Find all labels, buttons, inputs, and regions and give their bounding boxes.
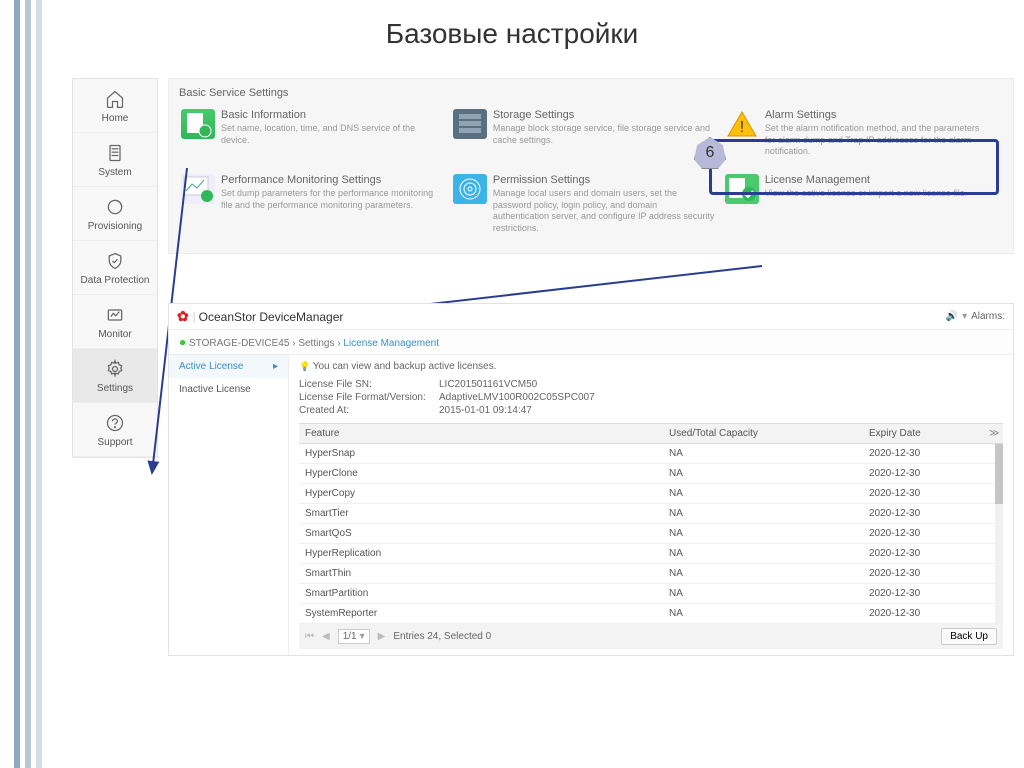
table-row[interactable]: SmartThinNA2020-12-30	[299, 564, 1003, 584]
table-footer: ⏮ ◀ 1/1 ▾ ▶ Entries 24, Selected 0 Back …	[299, 624, 1003, 649]
monitor-icon	[105, 305, 125, 325]
meta-label: License File Format/Version:	[299, 392, 439, 403]
storage-icon	[453, 109, 487, 139]
nav-label: System	[98, 167, 131, 178]
nav-data-protection[interactable]: Data Protection	[73, 241, 157, 295]
pager-input[interactable]: 1/1 ▾	[338, 629, 370, 644]
col-capacity[interactable]: Used/Total Capacity	[663, 424, 863, 443]
table-row[interactable]: SmartPartitionNA2020-12-30	[299, 584, 1003, 604]
nav-label: Provisioning	[88, 221, 142, 232]
device-manager-panel: ✿ | OceanStor DeviceManager 🔊 ▾ Alarms: …	[168, 303, 1014, 656]
card-title: Basic Information	[221, 109, 443, 121]
col-feature[interactable]: Feature	[299, 424, 663, 443]
alarms-indicator[interactable]: 🔊 ▾ Alarms:	[946, 311, 1005, 322]
meta-value: LIC201501161VCM50	[439, 379, 537, 390]
license-sidebar: Active License▸ Inactive License	[169, 355, 289, 655]
pager-first-icon[interactable]: ⏮	[305, 631, 314, 642]
meta-value: 2015-01-01 09:14:47	[439, 405, 532, 416]
card-permission[interactable]: Permission Settings Manage local users an…	[451, 170, 723, 247]
info-message: You can view and backup active licenses.	[299, 361, 1003, 372]
scrollbar-thumb[interactable]	[995, 444, 1003, 504]
card-title: Storage Settings	[493, 109, 715, 121]
table-row[interactable]: SmartQoSNA2020-12-30	[299, 524, 1003, 544]
highlight-license	[709, 139, 999, 195]
card-title: Alarm Settings	[765, 109, 987, 121]
card-basic-info[interactable]: Basic Information Set name, location, tim…	[179, 105, 451, 170]
card-desc: Manage block storage service, file stora…	[493, 123, 715, 146]
meta-value: AdaptiveLMV100R002C05SPC007	[439, 392, 595, 403]
table-row[interactable]: HyperCloneNA2020-12-30	[299, 464, 1003, 484]
server-icon	[105, 143, 125, 163]
scrollbar-track[interactable]	[995, 444, 1003, 624]
dm-header: ✿ | OceanStor DeviceManager 🔊 ▾ Alarms:	[169, 304, 1013, 330]
nav-home[interactable]: Home	[73, 79, 157, 133]
table-row[interactable]: SystemReporterNA2020-12-30	[299, 604, 1003, 624]
col-expiry[interactable]: Expiry Date	[863, 424, 983, 443]
nav-settings[interactable]: Settings	[73, 349, 157, 403]
breadcrumb: ● STORAGE-DEVICE45 › Settings › License …	[169, 330, 1013, 355]
nav-label: Monitor	[98, 329, 131, 340]
basic-settings-panel: Basic Service Settings Basic Information…	[168, 78, 1014, 254]
license-main: You can view and backup active licenses.…	[289, 355, 1013, 655]
document-gear-icon	[181, 109, 215, 139]
card-storage[interactable]: Storage Settings Manage block storage ser…	[451, 105, 723, 170]
help-icon	[105, 413, 125, 433]
crumb-settings[interactable]: Settings	[298, 338, 334, 349]
card-title: Performance Monitoring Settings	[221, 174, 443, 186]
meta-label: Created At:	[299, 405, 439, 416]
table-row[interactable]: SmartTierNA2020-12-30	[299, 504, 1003, 524]
provisioning-icon	[105, 197, 125, 217]
home-icon	[105, 89, 125, 109]
svg-text:!: !	[740, 119, 744, 136]
nav-provisioning[interactable]: Provisioning	[73, 187, 157, 241]
footer-status: Entries 24, Selected 0	[393, 631, 491, 642]
nav-label: Home	[102, 113, 129, 124]
alarm-icon: !	[725, 109, 759, 139]
table-row[interactable]: HyperSnapNA2020-12-30	[299, 444, 1003, 464]
nav-label: Data Protection	[81, 275, 150, 286]
pager-next-icon[interactable]: ▶	[378, 631, 386, 642]
huawei-logo-icon: ✿	[177, 308, 189, 325]
nav-system[interactable]: System	[73, 133, 157, 187]
fingerprint-icon	[453, 174, 487, 204]
meta-label: License File SN:	[299, 379, 439, 390]
chevron-right-icon: ▸	[273, 361, 278, 372]
backup-button[interactable]: Back Up	[941, 628, 997, 645]
pager-prev-icon[interactable]: ◀	[322, 631, 330, 642]
status-dot-icon: ●	[179, 335, 186, 349]
shield-icon	[105, 251, 125, 271]
nav-support[interactable]: Support	[73, 403, 157, 457]
nav-monitor[interactable]: Monitor	[73, 295, 157, 349]
speaker-icon: 🔊	[946, 311, 958, 322]
tab-inactive-license[interactable]: Inactive License	[169, 378, 288, 401]
product-name: OceanStor DeviceManager	[199, 310, 344, 324]
column-menu-icon[interactable]: ≫	[983, 424, 1003, 443]
crumb-license: License Management	[343, 338, 439, 349]
card-perf[interactable]: Performance Monitoring Settings Set dump …	[179, 170, 451, 247]
card-desc: Set name, location, time, and DNS servic…	[221, 123, 443, 146]
chevron-down-icon: ▾	[360, 631, 365, 642]
slide-title: Базовые настройки	[0, 0, 1024, 60]
card-title: Permission Settings	[493, 174, 715, 186]
nav-label: Settings	[97, 383, 133, 394]
nav-label: Support	[97, 437, 132, 448]
license-table: Feature Used/Total Capacity Expiry Date …	[299, 423, 1003, 649]
crumb-device[interactable]: STORAGE-DEVICE45	[189, 338, 289, 349]
card-desc: Manage local users and domain users, set…	[493, 188, 715, 235]
chart-gear-icon	[181, 174, 215, 204]
table-row[interactable]: HyperReplicationNA2020-12-30	[299, 544, 1003, 564]
panel-title: Basic Service Settings	[179, 87, 1003, 99]
gear-icon	[105, 359, 125, 379]
table-row[interactable]: HyperCopyNA2020-12-30	[299, 484, 1003, 504]
main-sidebar: Home System Provisioning Data Protection…	[72, 78, 158, 458]
tab-active-license[interactable]: Active License▸	[169, 355, 288, 378]
card-desc: Set dump parameters for the performance …	[221, 188, 443, 211]
